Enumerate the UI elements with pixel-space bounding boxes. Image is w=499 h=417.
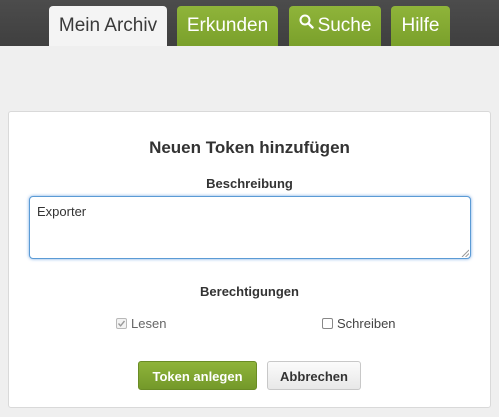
new-token-panel: Neuen Token hinzufügen Beschreibung Bere… [8, 111, 491, 408]
tab-label: Hilfe [401, 15, 440, 36]
permission-read[interactable]: Lesen [116, 316, 166, 331]
tab-erkunden[interactable]: Erkunden [177, 6, 278, 46]
cancel-button[interactable]: Abbrechen [267, 361, 361, 390]
description-label: Beschreibung [206, 176, 293, 191]
permissions-label: Berechtigungen [200, 284, 299, 299]
top-nav-bar: Mein Archiv Erkunden Suche Hilfe [0, 0, 499, 46]
permission-write[interactable]: Schreiben [322, 316, 396, 331]
tab-suche[interactable]: Suche [289, 6, 381, 46]
search-icon [299, 4, 314, 44]
description-input[interactable] [29, 196, 471, 259]
write-checkbox[interactable] [322, 318, 333, 329]
create-token-button[interactable]: Token anlegen [138, 361, 257, 390]
tab-label: Mein Archiv [58, 15, 158, 36]
checkmark-icon [117, 320, 126, 327]
resize-grip-icon[interactable] [461, 249, 469, 257]
tab-hilfe[interactable]: Hilfe [391, 6, 450, 46]
dialog-title: Neuen Token hinzufügen [149, 138, 350, 157]
tab-label: Suche [317, 15, 372, 36]
tab-label: Erkunden [186, 15, 269, 36]
write-label: Schreiben [337, 316, 396, 331]
read-checkbox[interactable] [116, 318, 127, 329]
tab-mein-archiv[interactable]: Mein Archiv [49, 6, 167, 46]
read-label: Lesen [131, 316, 167, 331]
